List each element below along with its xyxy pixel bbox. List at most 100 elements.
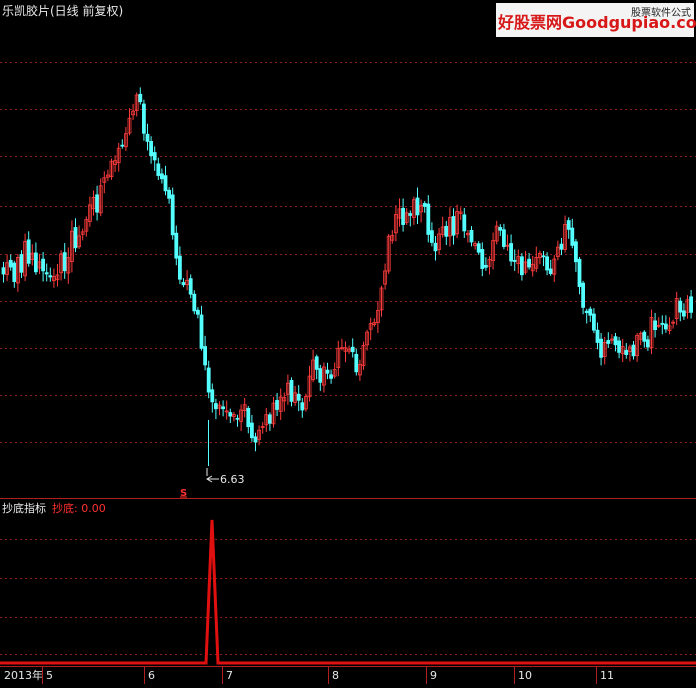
candle-body <box>592 313 596 331</box>
candle <box>5 254 9 282</box>
candle <box>581 280 585 315</box>
candle <box>224 400 229 420</box>
candle <box>195 307 200 319</box>
candle <box>221 400 226 417</box>
candlestick-series[interactable] <box>1 87 693 466</box>
axis-label: 6 <box>148 669 155 682</box>
candle <box>538 250 542 265</box>
candle <box>8 254 13 271</box>
candle <box>548 259 553 276</box>
candle-body <box>159 173 164 180</box>
candle <box>91 190 96 216</box>
axis-label: 10 <box>518 669 532 682</box>
candle <box>660 315 665 335</box>
candle-body <box>228 412 233 417</box>
candle <box>469 226 474 247</box>
candle <box>127 108 132 136</box>
candle <box>156 157 161 180</box>
candle <box>134 92 139 117</box>
low-annotation: 6.63 <box>206 468 245 486</box>
candle-body <box>174 232 179 259</box>
candle-body <box>199 314 204 349</box>
candle <box>574 238 578 272</box>
candle <box>321 362 326 393</box>
candle <box>545 252 549 276</box>
candle-body <box>429 230 434 243</box>
candle <box>80 228 85 241</box>
candle-body <box>444 225 449 237</box>
candle-body <box>177 255 182 280</box>
candle <box>145 123 150 151</box>
candle <box>426 195 431 243</box>
candle <box>41 251 45 282</box>
candle-body <box>314 356 319 370</box>
candle-body <box>156 163 161 176</box>
candle-body <box>559 243 564 250</box>
candle <box>203 335 208 371</box>
candle <box>372 318 377 327</box>
candle <box>509 234 514 266</box>
candle <box>260 422 265 434</box>
candle <box>397 198 402 227</box>
candle <box>494 220 499 245</box>
candle <box>253 432 258 452</box>
candle-body <box>95 194 99 213</box>
candle <box>588 306 593 322</box>
candle <box>595 322 600 350</box>
candle <box>159 168 164 184</box>
candle-body <box>192 293 197 312</box>
candle-body <box>469 230 474 243</box>
candle <box>527 253 531 270</box>
candle-body <box>408 213 413 216</box>
grid-lines <box>0 62 696 443</box>
candle <box>635 333 639 362</box>
candle <box>674 291 679 326</box>
candle <box>437 227 442 255</box>
indicator-line[interactable] <box>0 519 696 665</box>
candle-body <box>141 103 146 134</box>
candle <box>307 365 312 402</box>
candle <box>455 204 460 239</box>
candle-body <box>682 310 686 317</box>
candle-body <box>253 436 258 443</box>
candle <box>429 222 434 247</box>
indicator-grid <box>0 539 696 655</box>
candle <box>62 243 67 279</box>
candle-body <box>646 339 650 348</box>
candle-body <box>545 256 549 271</box>
candle <box>566 217 571 239</box>
candle <box>620 338 625 362</box>
candle <box>66 247 71 284</box>
candle <box>483 257 488 271</box>
chart-area[interactable]: 6.63 S 2013年 5 6 7 8 9 10 11 乐凯胶片(日线 前复权) 股票软件公… <box>0 0 696 684</box>
candle <box>501 223 506 250</box>
candle <box>447 207 452 247</box>
candle <box>231 411 236 422</box>
candle <box>174 225 179 266</box>
candle <box>311 349 316 383</box>
axis-label: 9 <box>430 669 437 682</box>
candle <box>631 341 636 360</box>
candle <box>476 241 481 255</box>
candle <box>534 246 539 273</box>
candle <box>552 255 557 282</box>
candle-body <box>606 340 611 344</box>
candle-body <box>581 282 585 308</box>
candle <box>177 246 182 285</box>
candle-body <box>267 414 272 424</box>
candle-body <box>401 207 406 225</box>
candle <box>95 185 99 221</box>
candle <box>649 309 654 355</box>
watermark: 股票软件公式 好股票网Goodgupiao.com <box>496 3 696 37</box>
candle <box>584 308 589 324</box>
candle <box>152 146 157 171</box>
candle-body <box>12 262 17 282</box>
candle <box>530 255 535 277</box>
candle <box>285 374 290 405</box>
candle-body <box>203 346 208 366</box>
chart-title: 乐凯胶片(日线 前复权) <box>2 4 124 18</box>
candle <box>275 392 280 417</box>
candle-body <box>415 197 420 216</box>
chart-canvas[interactable]: 6.63 S 2013年 5 6 7 8 9 10 11 <box>0 0 696 684</box>
candle-body <box>41 258 45 272</box>
